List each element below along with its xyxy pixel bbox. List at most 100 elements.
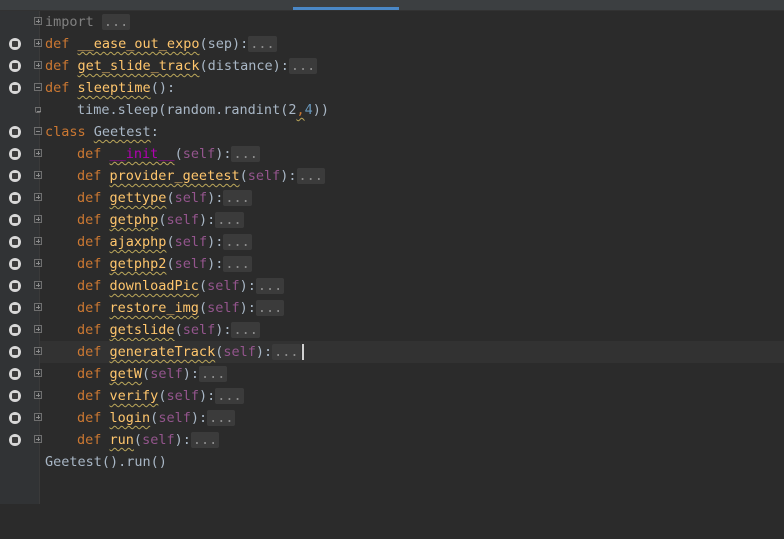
code-line[interactable]: def __ease_out_expo(sep):... — [9, 33, 784, 55]
folded-region[interactable]: ... — [272, 344, 301, 360]
def-keyword: def — [77, 234, 102, 250]
breakpoint-icon[interactable] — [9, 258, 21, 270]
self-param: self — [166, 212, 199, 228]
class-colon: : — [150, 124, 159, 140]
fold-toggle-icon[interactable] — [34, 171, 42, 179]
breakpoint-icon[interactable] — [9, 192, 21, 204]
method-name: generateTrack — [109, 344, 216, 360]
code-line[interactable]: def run(self):... — [9, 429, 784, 451]
def-keyword: def — [77, 146, 102, 162]
fold-toggle-icon[interactable] — [34, 237, 42, 245]
method-name: getslide — [109, 322, 175, 338]
paren: ): — [198, 388, 216, 404]
code-line[interactable]: def login(self):... — [9, 407, 784, 429]
fold-toggle-icon[interactable] — [34, 17, 42, 25]
folded-region[interactable]: ... — [101, 14, 131, 30]
active-tab-indicator[interactable] — [293, 7, 399, 10]
fold-toggle-icon[interactable] — [34, 325, 42, 333]
folded-region[interactable]: ... — [296, 168, 325, 184]
fold-toggle-icon[interactable] — [34, 259, 42, 267]
folded-region[interactable]: ... — [248, 36, 277, 52]
code-line[interactable]: def gettype(self):... — [9, 187, 784, 209]
breakpoint-icon[interactable] — [9, 60, 21, 72]
breakpoint-icon[interactable] — [9, 126, 21, 138]
method-name: login — [109, 410, 151, 426]
fold-toggle-icon[interactable] — [34, 303, 42, 311]
folded-region[interactable]: ... — [215, 388, 244, 404]
fold-end-icon[interactable] — [35, 107, 41, 113]
code-line[interactable]: def get_slide_track(distance):... — [9, 55, 784, 77]
breakpoint-icon[interactable] — [9, 324, 21, 336]
folded-region[interactable]: ... — [255, 278, 285, 294]
fold-toggle-icon[interactable] — [34, 413, 42, 421]
code-line[interactable]: time.sleep(random.randint(2,4)) — [35, 99, 784, 121]
def-keyword: def — [77, 168, 102, 184]
fold-toggle-icon[interactable] — [34, 193, 42, 201]
code-line[interactable]: def restore_img(self):... — [9, 297, 784, 319]
breakpoint-icon[interactable] — [9, 434, 21, 446]
code-line[interactable]: def provider_geetest(self):... — [9, 165, 784, 187]
folded-region[interactable]: ... — [288, 58, 318, 74]
breakpoint-icon[interactable] — [9, 280, 21, 292]
breakpoint-icon[interactable] — [9, 38, 21, 50]
self-param: self — [223, 344, 256, 360]
def-keyword: def — [77, 300, 102, 316]
fold-toggle-icon[interactable] — [34, 347, 42, 355]
paren: ): — [190, 410, 208, 426]
self-param: self — [142, 432, 175, 448]
method-name: restore_img — [109, 300, 199, 316]
breakpoint-icon[interactable] — [9, 302, 21, 314]
breakpoint-icon[interactable] — [9, 82, 21, 94]
folded-region[interactable]: ... — [223, 256, 252, 272]
fold-toggle-icon[interactable] — [34, 215, 42, 223]
code-line-current[interactable]: def generateTrack(self):... — [9, 341, 784, 363]
code-line[interactable]: def verify(self):... — [9, 385, 784, 407]
function-args: (): — [150, 80, 176, 96]
editor-tab-bar — [0, 0, 784, 11]
breakpoint-icon[interactable] — [9, 148, 21, 160]
fold-toggle-icon[interactable] — [34, 127, 42, 135]
paren: ( — [133, 432, 143, 448]
fold-toggle-icon[interactable] — [34, 435, 42, 443]
breakpoint-icon[interactable] — [9, 346, 21, 358]
class-name: Geetest — [93, 124, 151, 140]
code-line[interactable]: def ajaxphp(self):... — [9, 231, 784, 253]
code-line[interactable]: def sleeptime(): — [9, 77, 784, 99]
folded-region[interactable]: ... — [198, 366, 228, 382]
folded-region[interactable]: ... — [231, 146, 260, 162]
folded-region[interactable]: ... — [190, 432, 220, 448]
fold-toggle-icon[interactable] — [34, 83, 42, 91]
folded-region[interactable]: ... — [231, 322, 260, 338]
function-name: __ease_out_expo — [77, 36, 200, 52]
breakpoint-icon[interactable] — [9, 170, 21, 182]
fold-toggle-icon[interactable] — [34, 369, 42, 377]
paren: ( — [166, 256, 175, 272]
code-line[interactable]: class Geetest: — [9, 121, 784, 143]
code-line[interactable]: import ... — [34, 11, 784, 33]
breakpoint-icon[interactable] — [9, 368, 21, 380]
code-line[interactable]: def downloadPic(self):... — [9, 275, 784, 297]
code-editor[interactable]: import ... def __ease_out_expo(sep):... … — [9, 11, 784, 504]
folded-region[interactable]: ... — [215, 212, 244, 228]
fold-toggle-icon[interactable] — [34, 281, 42, 289]
fold-toggle-icon[interactable] — [34, 39, 42, 47]
breakpoint-icon[interactable] — [9, 214, 21, 226]
code-line[interactable]: def getphp2(self):... — [9, 253, 784, 275]
code-line[interactable]: def getphp(self):... — [9, 209, 784, 231]
folded-region[interactable]: ... — [223, 190, 252, 206]
self-param: self — [174, 234, 208, 250]
code-line[interactable]: def getW(self):... — [9, 363, 784, 385]
breakpoint-icon[interactable] — [9, 236, 21, 248]
folded-region[interactable]: ... — [223, 234, 252, 250]
code-line[interactable]: def __init__(self):... — [9, 143, 784, 165]
code-line[interactable]: def getslide(self):... — [9, 319, 784, 341]
breakpoint-icon[interactable] — [9, 390, 21, 402]
fold-toggle-icon[interactable] — [34, 391, 42, 399]
paren: ): — [239, 300, 256, 316]
fold-toggle-icon[interactable] — [34, 149, 42, 157]
breakpoint-icon[interactable] — [9, 412, 21, 424]
fold-toggle-icon[interactable] — [34, 61, 42, 69]
code-line[interactable]: Geetest().run() — [40, 451, 784, 473]
folded-region[interactable]: ... — [255, 300, 285, 316]
folded-region[interactable]: ... — [207, 410, 236, 426]
